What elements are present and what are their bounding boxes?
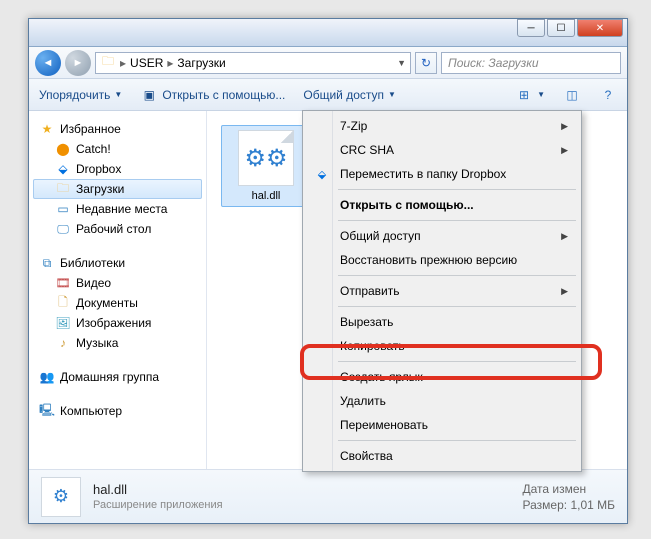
chevron-right-icon: ▸ [167, 56, 173, 70]
ctx-copy[interactable]: Копировать [306, 334, 578, 358]
ctx-rename[interactable]: Переименовать [306, 413, 578, 437]
images-icon: 🖼 [55, 315, 71, 331]
minimize-button[interactable]: ─ [517, 19, 545, 37]
ctx-cut[interactable]: Вырезать [306, 310, 578, 334]
catch-icon: ⬤ [55, 141, 71, 157]
sidebar-item-music[interactable]: ♪Музыка [33, 333, 202, 353]
libraries-icon: ⧉ [39, 255, 55, 271]
open-with-button[interactable]: ▣Открыть с помощью... [140, 86, 285, 104]
sidebar-item-downloads[interactable]: 🗀Загрузки [33, 179, 202, 199]
organize-button[interactable]: Упорядочить▼ [39, 88, 122, 102]
chevron-right-icon: ▸ [120, 56, 126, 70]
ctx-send-to[interactable]: Отправить▶ [306, 279, 578, 303]
computer-icon: 🖳 [39, 403, 55, 419]
star-icon: ★ [39, 121, 55, 137]
sidebar-item-images[interactable]: 🖼Изображения [33, 313, 202, 333]
ctx-crc[interactable]: CRC SHA▶ [306, 138, 578, 162]
sidebar-item-documents[interactable]: 🗋Документы [33, 293, 202, 313]
chevron-right-icon: ▶ [561, 286, 568, 297]
app-icon: ▣ [140, 86, 158, 104]
help-icon: ? [599, 86, 617, 104]
sidebar-favorites-header[interactable]: ★Избранное [33, 119, 202, 139]
address-bar[interactable]: 🗀 ▸ USER ▸ Загрузки ▼ [95, 52, 411, 74]
sidebar-item-video[interactable]: 🎞Видео [33, 273, 202, 293]
sidebar-item-desktop[interactable]: 🖵Рабочий стол [33, 219, 202, 239]
sidebar-item-dropbox[interactable]: ⬙Dropbox [33, 159, 202, 179]
forward-button[interactable]: ► [65, 50, 91, 76]
homegroup-icon: 👥 [39, 369, 55, 385]
back-button[interactable]: ◄ [35, 50, 61, 76]
sidebar-item-recent[interactable]: ▭Недавние места [33, 199, 202, 219]
breadcrumb-user[interactable]: USER [130, 56, 163, 70]
context-menu: 7-Zip▶ CRC SHA▶ ⬙Переместить в папку Dro… [302, 110, 582, 472]
folder-icon: 🗀 [55, 181, 71, 197]
maximize-button[interactable]: ☐ [547, 19, 575, 37]
titlebar: ─ ☐ ✕ [29, 19, 627, 47]
video-icon: 🎞 [55, 275, 71, 291]
preview-pane-button[interactable]: ◫ [563, 86, 581, 104]
dropbox-icon: ⬙ [55, 161, 71, 177]
search-input[interactable]: Поиск: Загрузки [441, 52, 621, 74]
desktop-icon: 🖵 [55, 221, 71, 237]
chevron-right-icon: ▶ [561, 121, 568, 132]
sidebar-homegroup-header[interactable]: 👥Домашняя группа [33, 367, 202, 387]
ctx-delete[interactable]: Удалить [306, 389, 578, 413]
file-item[interactable]: ⚙⚙ hal.dll [221, 125, 311, 207]
sidebar-computer-header[interactable]: 🖳Компьютер [33, 401, 202, 421]
sidebar: ★Избранное ⬤Catch! ⬙Dropbox 🗀Загрузки ▭Н… [29, 111, 207, 469]
view-icon: ⊞ [515, 86, 533, 104]
dll-icon: ⚙⚙ [238, 130, 294, 186]
ctx-move-dropbox[interactable]: ⬙Переместить в папку Dropbox [306, 162, 578, 186]
dll-icon: ⚙ [41, 477, 81, 517]
ctx-share[interactable]: Общий доступ▶ [306, 224, 578, 248]
status-size-label: Размер: [523, 498, 568, 512]
ctx-7zip[interactable]: 7-Zip▶ [306, 114, 578, 138]
sidebar-item-catch[interactable]: ⬤Catch! [33, 139, 202, 159]
status-filename: hal.dll [93, 482, 223, 497]
status-bar: ⚙ hal.dll Расширение приложения Дата изм… [29, 469, 627, 523]
documents-icon: 🗋 [55, 295, 71, 311]
refresh-button[interactable]: ↻ [415, 52, 437, 74]
ctx-properties[interactable]: Свойства [306, 444, 578, 468]
ctx-shortcut[interactable]: Создать ярлык [306, 365, 578, 389]
dropdown-icon[interactable]: ▼ [397, 58, 406, 68]
chevron-right-icon: ▶ [561, 145, 568, 156]
chevron-right-icon: ▶ [561, 231, 568, 242]
status-date-label: Дата измен [523, 482, 615, 496]
recent-icon: ▭ [55, 201, 71, 217]
breadcrumb-downloads[interactable]: Загрузки [177, 56, 225, 70]
pane-icon: ◫ [563, 86, 581, 104]
navbar: ◄ ► 🗀 ▸ USER ▸ Загрузки ▼ ↻ Поиск: Загру… [29, 47, 627, 79]
folder-icon: 🗀 [100, 55, 116, 71]
music-icon: ♪ [55, 335, 71, 351]
status-filetype: Расширение приложения [93, 499, 223, 511]
toolbar: Упорядочить▼ ▣Открыть с помощью... Общий… [29, 79, 627, 111]
status-size-value: 1,01 МБ [570, 498, 615, 512]
sidebar-libraries-header[interactable]: ⧉Библиотеки [33, 253, 202, 273]
ctx-open-with[interactable]: Открыть с помощью... [306, 193, 578, 217]
dropbox-icon: ⬙ [314, 166, 330, 182]
share-button[interactable]: Общий доступ▼ [303, 88, 396, 102]
ctx-restore[interactable]: Восстановить прежнюю версию [306, 248, 578, 272]
help-button[interactable]: ? [599, 86, 617, 104]
file-name-label: hal.dll [226, 190, 306, 202]
view-button[interactable]: ⊞▼ [515, 86, 545, 104]
close-button[interactable]: ✕ [577, 19, 623, 37]
